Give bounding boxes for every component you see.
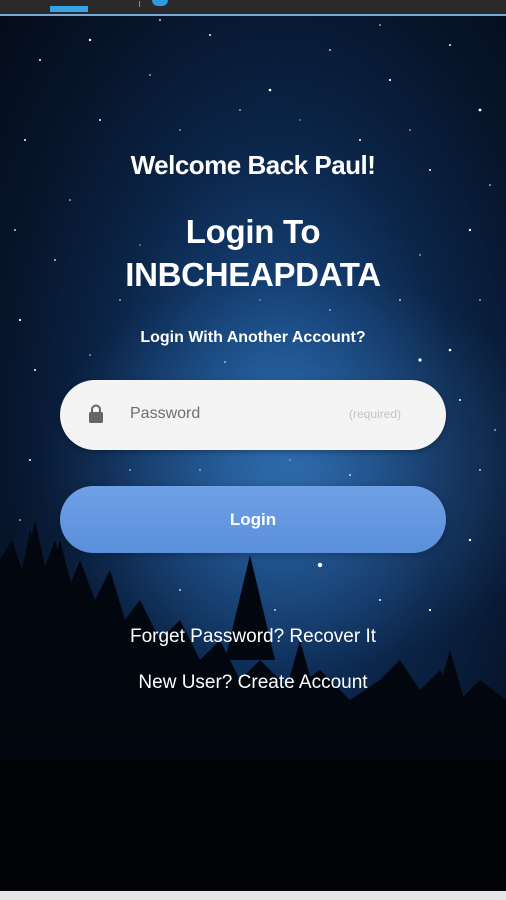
welcome-message: Welcome Back Paul! — [130, 150, 376, 180]
required-hint: (required) — [349, 407, 402, 421]
login-another-account-link[interactable]: Login With Another Account? — [0, 329, 506, 347]
forgot-password-link[interactable]: Forget Password? Recover It — [0, 626, 506, 648]
password-input[interactable] — [130, 398, 330, 430]
page-title: Login To INBCHEAPDATA — [0, 210, 506, 296]
login-button[interactable]: Login — [60, 486, 446, 553]
lock-icon — [89, 404, 103, 423]
bottom-bar — [0, 891, 506, 900]
create-account-link[interactable]: New User? Create Account — [0, 672, 506, 694]
login-screen: Welcome Back Paul! Login To INBCHEAPDATA… — [0, 0, 506, 900]
title-line-2: INBCHEAPDATA — [125, 256, 381, 293]
title-line-1: Login To — [185, 213, 321, 250]
login-content: Welcome Back Paul! Login To INBCHEAPDATA… — [0, 0, 506, 900]
